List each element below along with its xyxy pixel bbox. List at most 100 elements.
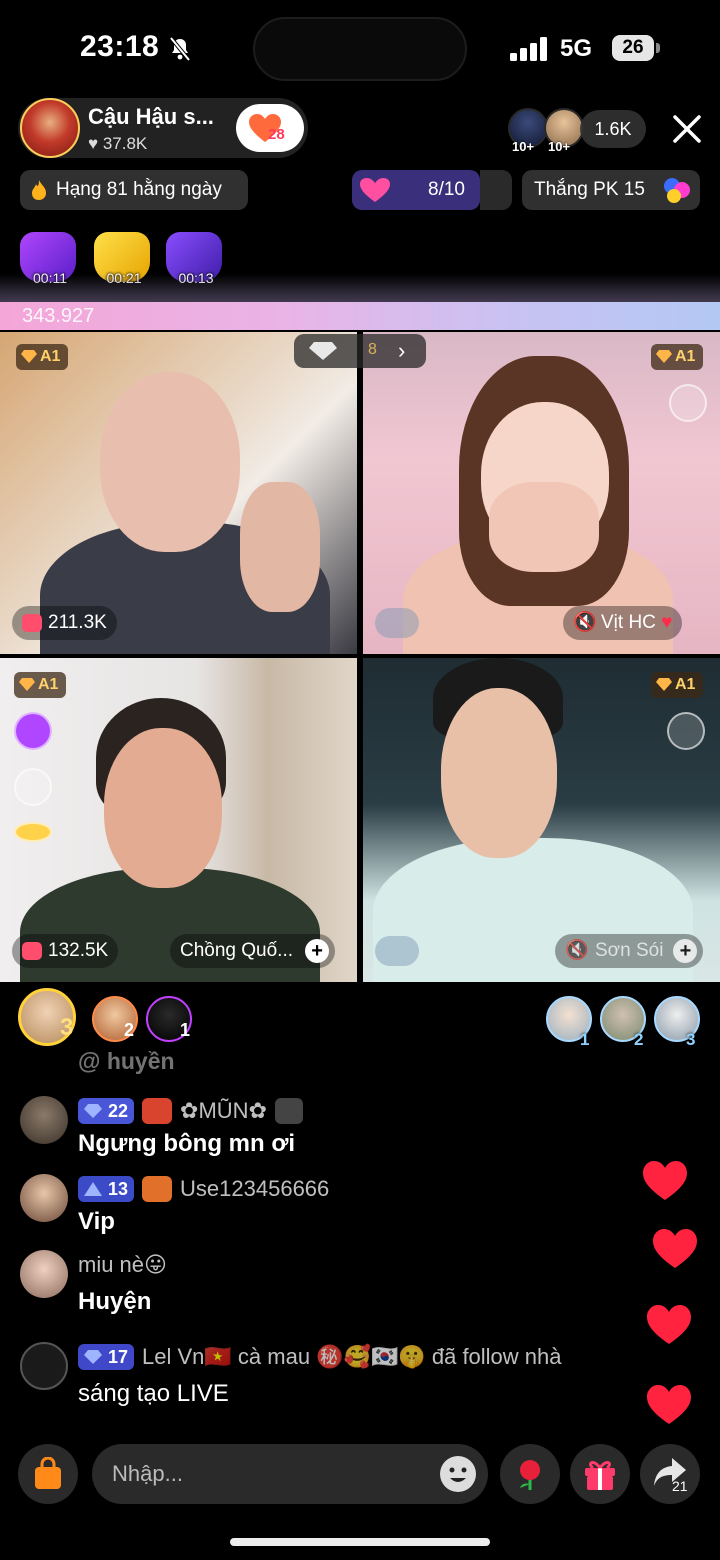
share-button[interactable] — [640, 1444, 700, 1504]
chat-username: Lel Vn🇻🇳 cà mau ㊙️🥰🇰🇷🤫 đã follow nhà — [142, 1344, 562, 1369]
pk-gems-icon — [664, 178, 690, 203]
tile-score: 132.5K — [12, 934, 119, 968]
camera-icon[interactable] — [375, 936, 419, 966]
diamond-icon — [21, 350, 37, 363]
chat-username: Use123456666 — [180, 1176, 330, 1201]
tile-name[interactable]: Chồng Quố... + — [170, 934, 336, 968]
pk-center[interactable]: 8 › — [294, 334, 426, 368]
follow-button[interactable]: 28 — [236, 104, 304, 152]
gift-icon — [585, 1461, 615, 1490]
cloud-icon[interactable] — [14, 768, 52, 806]
chat-username: miu nè😛 — [78, 1252, 167, 1277]
x3-gift-icon[interactable] — [14, 822, 52, 842]
level-badge: 13 — [78, 1176, 135, 1202]
heart-icon — [647, 1305, 691, 1344]
shopping-bag-icon — [35, 1457, 61, 1489]
rose-icon — [520, 1460, 540, 1490]
fan-badge-icon — [142, 1098, 173, 1124]
diamond-icon — [19, 678, 35, 691]
comment-placeholder: Nhập... — [112, 1461, 183, 1486]
diamond-icon — [309, 342, 337, 360]
gifter-rank: 1 — [180, 1020, 191, 1040]
dynamic-island — [253, 17, 467, 81]
goal-progress: 8/10 — [428, 179, 465, 200]
host-likes-value: 37.8K — [102, 134, 148, 153]
viewer-badge: 10+ — [512, 139, 535, 154]
chat-faded-message: @ huyền — [78, 1048, 175, 1074]
viewer-badge: 10+ — [548, 139, 571, 154]
pk-center-number: 8 — [368, 341, 377, 358]
goal-chip[interactable]: 8/10 — [352, 170, 480, 210]
tile-rank-badge: A1 — [651, 672, 703, 698]
chat-meta: miu nè😛 — [78, 1250, 167, 1280]
pk-wins-chip[interactable]: Thắng PK 15 — [522, 170, 700, 210]
chat-text: Huyện — [78, 1288, 152, 1315]
close-icon[interactable] — [670, 112, 704, 146]
mute-icon: 🔇 — [565, 940, 589, 961]
heart-gift-icon — [360, 178, 390, 202]
camera-icon[interactable] — [375, 608, 419, 638]
viewer-count[interactable]: 1.6K — [580, 110, 646, 148]
guest-tile-1[interactable]: A1 211.3K — [0, 332, 357, 654]
gifter-rank: 3 — [60, 1014, 74, 1041]
diamond-icon — [656, 678, 672, 691]
guest-tile-3[interactable]: A1 132.5K Chồng Quố... + — [0, 658, 357, 982]
level-badge: 17 — [78, 1344, 135, 1370]
floating-hearts — [640, 1160, 700, 1430]
team-icon — [275, 1098, 303, 1124]
heart-icon — [643, 1161, 687, 1200]
rose-gift-button[interactable] — [500, 1444, 560, 1504]
top-viewers[interactable]: 10+ 10+ — [508, 108, 588, 154]
chat-text: sáng tạo LIVE — [78, 1380, 229, 1407]
chat-text: Vip — [78, 1208, 115, 1235]
comment-input[interactable]: Nhập... — [92, 1444, 488, 1504]
chat-meta: 17 Lel Vn🇻🇳 cà mau ㊙️🥰🇰🇷🤫 đã follow nhà — [78, 1342, 562, 1372]
heart-icon — [647, 1385, 691, 1424]
plus-icon[interactable]: + — [673, 939, 698, 963]
emoji-icon[interactable] — [440, 1456, 476, 1492]
shop-button[interactable] — [18, 1444, 78, 1504]
bell-muted-icon — [169, 36, 191, 62]
tile-rank-badge: A1 — [16, 344, 68, 370]
tile-name[interactable]: 🔇 Sơn Sói + — [555, 934, 704, 968]
flame-icon — [32, 180, 46, 200]
pk-wins-label: Thắng PK 15 — [534, 179, 645, 200]
daily-rank-label: Hạng 81 hằng ngày — [56, 179, 222, 200]
chat-meta: 13 Use123456666 — [78, 1174, 329, 1204]
tile-rank-badge: A1 — [14, 672, 66, 698]
home-indicator[interactable] — [230, 1538, 490, 1546]
chat-avatar[interactable] — [20, 1096, 68, 1144]
gift-button[interactable] — [570, 1444, 630, 1504]
host-avatar[interactable] — [20, 98, 80, 158]
chevron-right-icon: › — [398, 338, 406, 363]
diamond-icon — [84, 1104, 102, 1118]
share-count: 21 — [672, 1478, 688, 1494]
score-value: 343.927 — [22, 305, 95, 327]
guest-tile-2[interactable]: A1 🔇 Vịt HC ♥ — [363, 332, 720, 654]
top-gifters[interactable]: 3 2 1 — [18, 988, 208, 1048]
rank-number: 3 — [686, 1030, 696, 1049]
cloud-icon[interactable] — [667, 712, 705, 750]
status-time: 23:18 — [80, 30, 160, 63]
diamond-icon — [84, 1350, 102, 1364]
plus-icon[interactable]: + — [305, 939, 330, 963]
diamond-icon — [84, 1182, 102, 1196]
tile-name[interactable]: 🔇 Vịt HC ♥ — [563, 606, 683, 640]
lightning-gift-icon[interactable] — [14, 712, 52, 750]
ranking-avatars[interactable]: 1 2 3 — [544, 996, 704, 1049]
chat-avatar[interactable] — [20, 1250, 68, 1298]
daily-rank-chip[interactable]: Hạng 81 hằng ngày — [20, 170, 248, 210]
chat-avatar[interactable] — [20, 1174, 68, 1222]
host-info[interactable]: Cậu Hậu s... ♥ 37.8K 28 — [18, 98, 308, 158]
cloud-icon[interactable] — [669, 384, 707, 422]
diamond-icon — [656, 350, 672, 363]
level-badge: 22 — [78, 1098, 135, 1124]
follow-count: 28 — [268, 126, 285, 143]
guest-tile-4[interactable]: A1 🔇 Sơn Sói + — [363, 658, 720, 982]
user-check-icon[interactable] — [20, 1342, 68, 1390]
goal-chip-end — [480, 170, 512, 210]
score-icon — [22, 942, 42, 960]
heart-icon: ♥ — [655, 612, 673, 633]
fan-badge-icon — [142, 1176, 173, 1202]
network-type: 5G — [560, 35, 593, 62]
